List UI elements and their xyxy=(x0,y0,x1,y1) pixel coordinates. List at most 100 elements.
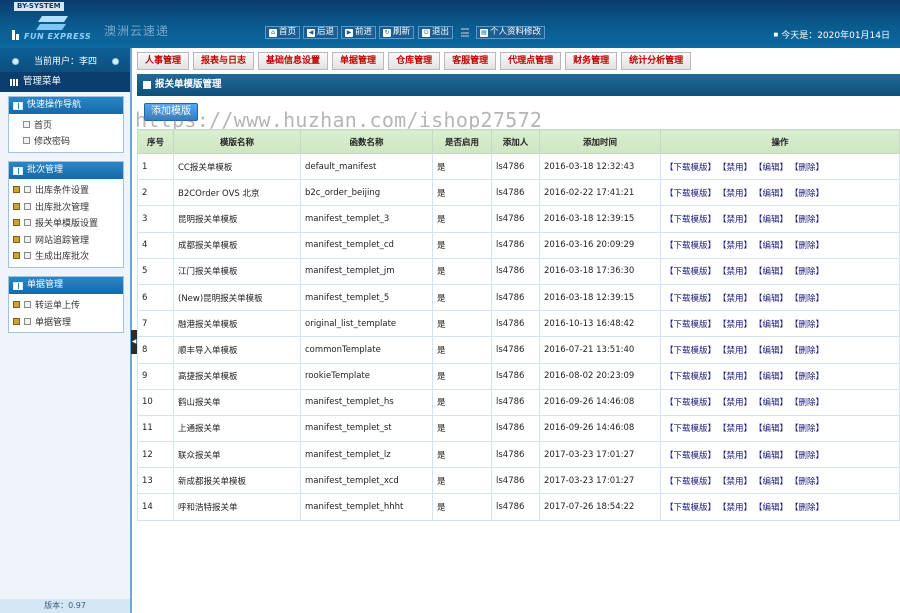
sidebar-item-home[interactable]: 首页 xyxy=(9,116,123,133)
added-by: ls4786 xyxy=(491,310,540,338)
tab-agents[interactable]: 代理点管理 xyxy=(500,52,562,70)
sidebar-item-generate-batch[interactable]: 生成出库批次 xyxy=(9,248,123,265)
edit-link[interactable]: 【编辑】 xyxy=(754,213,788,225)
group-header[interactable]: 快速操作导航 xyxy=(9,97,123,114)
forward-button[interactable]: ▶ 前进 xyxy=(341,26,377,39)
delete-link[interactable]: 【删除】 xyxy=(790,501,824,513)
function-name: manifest_templet_lz xyxy=(300,441,433,469)
edit-link[interactable]: 【编辑】 xyxy=(754,292,788,304)
delete-link[interactable]: 【删除】 xyxy=(790,449,824,461)
function-name: manifest_templet_jm xyxy=(300,257,433,285)
tab-statistics[interactable]: 统计分析管理 xyxy=(621,52,692,70)
download-template-link[interactable]: 【下载模版】 xyxy=(665,422,716,434)
edit-link[interactable]: 【编辑】 xyxy=(754,318,788,330)
disable-link[interactable]: 【禁用】 xyxy=(718,161,752,173)
disable-link[interactable]: 【禁用】 xyxy=(718,422,752,434)
edit-link[interactable]: 【编辑】 xyxy=(754,239,788,251)
delete-link[interactable]: 【删除】 xyxy=(790,213,824,225)
enabled-status: 是 xyxy=(432,283,492,312)
tab-documents[interactable]: 单据管理 xyxy=(332,52,385,70)
download-template-link[interactable]: 【下载模版】 xyxy=(665,292,716,304)
sidebar-item-outbound-batches[interactable]: 出库批次管理 xyxy=(9,198,123,215)
enabled-status: 是 xyxy=(432,257,492,285)
download-template-link[interactable]: 【下载模版】 xyxy=(665,318,716,330)
row-actions: 【下载模版】 【禁用】 【编辑】 【删除】 xyxy=(660,362,900,390)
edit-link[interactable]: 【编辑】 xyxy=(754,187,788,199)
tab-finance[interactable]: 财务管理 xyxy=(565,52,618,70)
group-header[interactable]: 单据管理 xyxy=(9,277,123,295)
disable-link[interactable]: 【禁用】 xyxy=(718,213,752,225)
disable-link[interactable]: 【禁用】 xyxy=(718,344,752,356)
delete-link[interactable]: 【删除】 xyxy=(790,292,824,304)
edit-link[interactable]: 【编辑】 xyxy=(754,161,788,173)
sidebar-item-waybill-upload[interactable]: 转运单上传 xyxy=(9,296,123,313)
refresh-button[interactable]: ↻ 刷新 xyxy=(379,26,415,39)
download-template-link[interactable]: 【下载模版】 xyxy=(665,187,716,199)
tab-customer-service[interactable]: 客服管理 xyxy=(444,52,497,70)
disable-link[interactable]: 【禁用】 xyxy=(718,239,752,251)
disable-link[interactable]: 【禁用】 xyxy=(718,475,752,487)
tab-warehouse[interactable]: 仓库管理 xyxy=(388,52,441,70)
sidebar-item-outbound-conditions[interactable]: 出库条件设置 xyxy=(9,181,123,198)
group-header[interactable]: 批次管理 xyxy=(9,162,123,180)
disable-link[interactable]: 【禁用】 xyxy=(718,449,752,461)
add-template-button[interactable]: 添加模版 xyxy=(144,103,198,121)
disable-link[interactable]: 【禁用】 xyxy=(718,501,752,513)
disable-link[interactable]: 【禁用】 xyxy=(718,396,752,408)
edit-link[interactable]: 【编辑】 xyxy=(754,370,788,382)
download-template-link[interactable]: 【下载模版】 xyxy=(665,265,716,277)
added-by: ls4786 xyxy=(491,231,540,259)
sidebar: 当前用户：李四 管理菜单 快速操作导航 首页 修改密码 批次管理 出库条件设置 … xyxy=(0,48,132,613)
delete-link[interactable]: 【删除】 xyxy=(790,396,824,408)
enabled-status: 是 xyxy=(432,205,492,233)
delete-link[interactable]: 【删除】 xyxy=(790,344,824,356)
grid-icon xyxy=(10,78,19,86)
download-template-link[interactable]: 【下载模版】 xyxy=(665,501,716,513)
logout-button[interactable]: ⏻ 退出 xyxy=(418,26,454,39)
download-template-link[interactable]: 【下载模版】 xyxy=(665,370,716,382)
delete-link[interactable]: 【删除】 xyxy=(790,239,824,251)
edit-link[interactable]: 【编辑】 xyxy=(754,501,788,513)
download-template-link[interactable]: 【下载模版】 xyxy=(665,475,716,487)
sidebar-item-site-tracking[interactable]: 网站追踪管理 xyxy=(9,231,123,248)
delete-link[interactable]: 【删除】 xyxy=(790,265,824,277)
disable-link[interactable]: 【禁用】 xyxy=(718,318,752,330)
delete-link[interactable]: 【删除】 xyxy=(790,475,824,487)
edit-link[interactable]: 【编辑】 xyxy=(754,422,788,434)
edit-link[interactable]: 【编辑】 xyxy=(754,265,788,277)
tab-basic-settings[interactable]: 基础信息设置 xyxy=(258,52,329,70)
edit-link[interactable]: 【编辑】 xyxy=(754,475,788,487)
download-template-link[interactable]: 【下载模版】 xyxy=(665,239,716,251)
template-name: 上通报关单 xyxy=(173,414,301,443)
row-actions: 【下载模版】 【禁用】 【编辑】 【删除】 xyxy=(660,388,900,416)
tab-reports-logs[interactable]: 报表与日志 xyxy=(193,52,255,70)
tab-hr[interactable]: 人事管理 xyxy=(137,52,190,70)
added-time: 2016-08-02 20:23:09 xyxy=(539,362,661,390)
edit-link[interactable]: 【编辑】 xyxy=(754,396,788,408)
delete-link[interactable]: 【删除】 xyxy=(790,422,824,434)
delete-link[interactable]: 【删除】 xyxy=(790,187,824,199)
table-row: 12 联众报关单 manifest_templet_lz 是 ls4786 2017-03… xyxy=(137,441,900,469)
download-template-link[interactable]: 【下载模版】 xyxy=(665,344,716,356)
download-template-link[interactable]: 【下载模版】 xyxy=(665,213,716,225)
document-icon xyxy=(24,252,31,260)
back-button[interactable]: ◀ 后退 xyxy=(303,26,339,39)
download-template-link[interactable]: 【下载模版】 xyxy=(665,449,716,461)
delete-link[interactable]: 【删除】 xyxy=(790,161,824,173)
edit-link[interactable]: 【编辑】 xyxy=(754,449,788,461)
edit-link[interactable]: 【编辑】 xyxy=(754,344,788,356)
home-button[interactable]: ⌂ 首页 xyxy=(265,26,301,39)
disable-link[interactable]: 【禁用】 xyxy=(718,265,752,277)
download-template-link[interactable]: 【下载模版】 xyxy=(665,396,716,408)
template-name: 高捷报关单模板 xyxy=(173,362,301,390)
sidebar-item-document-management[interactable]: 单据管理 xyxy=(9,313,123,330)
disable-link[interactable]: 【禁用】 xyxy=(718,187,752,199)
delete-link[interactable]: 【删除】 xyxy=(790,318,824,330)
sidebar-item-customs-template[interactable]: 报关单模版设置 xyxy=(9,214,123,231)
disable-link[interactable]: 【禁用】 xyxy=(718,370,752,382)
disable-link[interactable]: 【禁用】 xyxy=(718,292,752,304)
download-template-link[interactable]: 【下载模版】 xyxy=(665,161,716,173)
delete-link[interactable]: 【删除】 xyxy=(790,370,824,382)
sidebar-item-change-password[interactable]: 修改密码 xyxy=(9,133,123,150)
profile-edit-button[interactable]: ▤ 个人资料修改 xyxy=(476,26,546,39)
